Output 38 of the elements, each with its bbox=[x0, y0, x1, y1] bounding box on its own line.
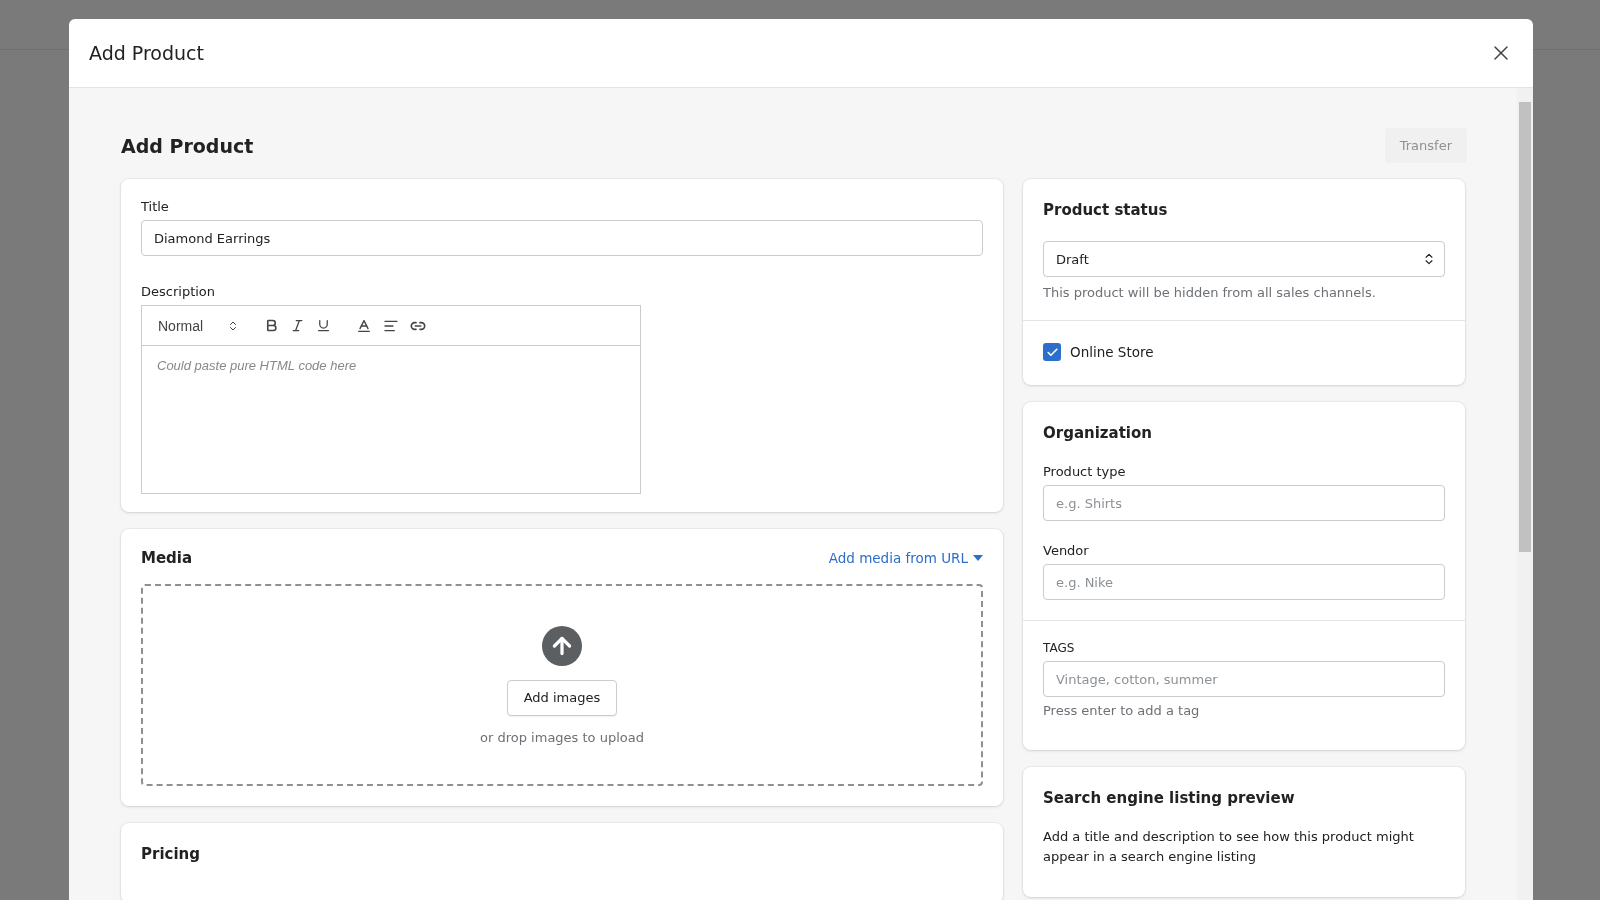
checkbox[interactable] bbox=[1043, 343, 1061, 361]
field-label: Title bbox=[141, 199, 170, 214]
card-heading: Media bbox=[141, 549, 193, 567]
card-heading: Pricing bbox=[141, 845, 201, 863]
description-editor[interactable]: Normal Could paste pure HTML code here bbox=[141, 305, 641, 494]
field-label: Product type bbox=[1043, 464, 1127, 479]
seo-description: Add a title and description to see how this product might appear in a search engine listing bbox=[1043, 828, 1415, 866]
drop-hint: or drop images to upload bbox=[480, 729, 644, 745]
add-media-link[interactable]: Add media from URL bbox=[828, 550, 983, 566]
field-label: Description bbox=[141, 284, 217, 299]
caret-icon bbox=[973, 555, 983, 561]
format-dropdown[interactable]: Normal bbox=[158, 317, 240, 334]
title-field[interactable]: Diamond Earrings bbox=[141, 220, 983, 256]
field-label: Vendor bbox=[1043, 543, 1090, 558]
page-heading: Add Product bbox=[121, 134, 254, 157]
check-icon bbox=[1045, 345, 1059, 359]
underline-icon[interactable] bbox=[316, 318, 332, 333]
text-field[interactable]: e.g. Nike bbox=[1043, 564, 1445, 600]
text-field[interactable]: e.g. Shirts bbox=[1043, 485, 1445, 521]
scrollbar[interactable] bbox=[1517, 88, 1533, 900]
tags-hint: Press enter to add a tag bbox=[1043, 703, 1201, 718]
upload-icon bbox=[542, 625, 582, 666]
card-heading: Product status bbox=[1043, 201, 1169, 219]
scrollbar-thumb[interactable] bbox=[1519, 102, 1531, 552]
bold-icon[interactable] bbox=[264, 318, 280, 333]
status-select[interactable]: Draft bbox=[1043, 241, 1445, 277]
card-heading: Organization bbox=[1043, 424, 1153, 442]
status-hint: This product will be hidden from all sales channels. bbox=[1043, 285, 1377, 300]
italic-icon[interactable] bbox=[290, 318, 306, 333]
upload-dropzone[interactable]: Add images or drop images to upload bbox=[141, 584, 983, 786]
sort-icon bbox=[1422, 252, 1436, 266]
add-images-button[interactable]: Add images bbox=[506, 679, 618, 716]
field-label: TAGS bbox=[1043, 641, 1076, 655]
tags-field[interactable]: Vintage, cotton, summer bbox=[1043, 661, 1445, 697]
checkbox-label: Online Store bbox=[1070, 344, 1154, 360]
card-heading: Search engine listing preview bbox=[1043, 789, 1296, 807]
modal-title: Add Product bbox=[89, 42, 204, 64]
text-color-icon[interactable] bbox=[356, 317, 373, 334]
